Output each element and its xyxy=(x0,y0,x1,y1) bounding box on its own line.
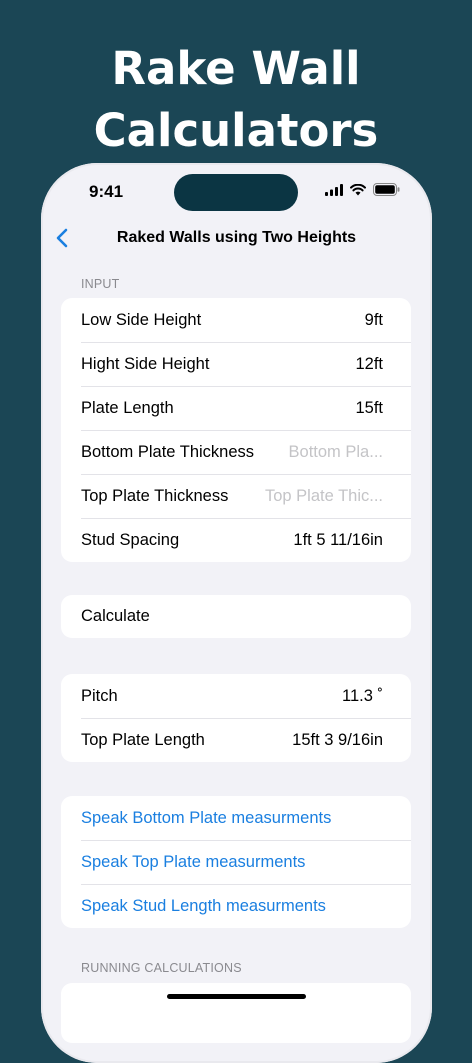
result-row-top-plate-length: Top Plate Length 15ft 3 9/16in xyxy=(61,718,411,762)
input-row-bottom-plate-thickness[interactable]: Bottom Plate Thickness Bottom Pla... xyxy=(61,430,411,474)
result-row-pitch: Pitch 11.3 ˚ xyxy=(61,674,411,718)
results-group: Pitch 11.3 ˚ Top Plate Length 15ft 3 9/1… xyxy=(61,674,411,762)
top-plate-thickness-field[interactable]: Top Plate Thic... xyxy=(265,487,383,506)
calculate-label: Calculate xyxy=(81,607,150,625)
phone-screen: 9:41 Raked Walls using Two Heights INPUT xyxy=(41,163,432,1063)
input-row-high-side-height[interactable]: Hight Side Height 12ft xyxy=(61,342,411,386)
promo-title: Rake Wall Calculators xyxy=(0,38,472,162)
row-label: Low Side Height xyxy=(81,310,202,329)
speak-group: Speak Bottom Plate measurments Speak Top… xyxy=(61,796,411,928)
row-label: Plate Length xyxy=(81,398,174,417)
wifi-icon xyxy=(350,183,366,195)
running-calculations-card xyxy=(61,983,411,1043)
speak-stud-length-button[interactable]: Speak Stud Length measurments xyxy=(61,884,411,928)
input-section-header: INPUT xyxy=(81,277,120,291)
row-label: Bottom Plate Thickness xyxy=(81,442,255,461)
navigation-bar: Raked Walls using Two Heights xyxy=(41,223,432,253)
low-side-height-field[interactable]: 9ft xyxy=(365,311,383,330)
status-time: 9:41 xyxy=(89,182,124,201)
calculate-group: Calculate xyxy=(61,595,411,638)
bottom-plate-thickness-field[interactable]: Bottom Pla... xyxy=(289,443,383,462)
calculate-button[interactable]: Calculate xyxy=(61,595,411,638)
row-label: Hight Side Height xyxy=(81,354,210,373)
pitch-value: 11.3 ˚ xyxy=(342,686,383,705)
promo-title-line1: Rake Wall xyxy=(111,42,361,95)
speak-top-plate-button[interactable]: Speak Top Plate measurments xyxy=(61,840,411,884)
running-calculations-header: RUNNING CALCULATIONS xyxy=(81,961,242,975)
dynamic-island xyxy=(174,174,298,211)
plate-length-field[interactable]: 15ft xyxy=(355,399,383,418)
cellular-signal-icon xyxy=(325,183,343,196)
top-plate-length-value: 15ft 3 9/16in xyxy=(292,730,383,749)
home-indicator xyxy=(167,994,306,999)
status-icons xyxy=(325,183,400,196)
promo-title-line2: Calculators xyxy=(93,104,379,157)
row-label: Top Plate Length xyxy=(81,730,205,749)
stud-spacing-field[interactable]: 1ft 5 11/16in xyxy=(293,531,383,550)
battery-icon xyxy=(373,183,400,196)
input-row-low-side-height[interactable]: Low Side Height 9ft xyxy=(61,298,411,342)
input-row-plate-length[interactable]: Plate Length 15ft xyxy=(61,386,411,430)
input-row-top-plate-thickness[interactable]: Top Plate Thickness Top Plate Thic... xyxy=(61,474,411,518)
row-label: Top Plate Thickness xyxy=(81,486,229,505)
high-side-height-field[interactable]: 12ft xyxy=(355,355,383,374)
page-title: Raked Walls using Two Heights xyxy=(116,229,357,246)
input-row-stud-spacing[interactable]: Stud Spacing 1ft 5 11/16in xyxy=(61,518,411,562)
row-label: Stud Spacing xyxy=(81,530,180,549)
input-group: Low Side Height 9ft Hight Side Height 12… xyxy=(61,298,411,562)
speak-bottom-plate-button[interactable]: Speak Bottom Plate measurments xyxy=(61,796,411,840)
row-label: Pitch xyxy=(81,686,118,705)
